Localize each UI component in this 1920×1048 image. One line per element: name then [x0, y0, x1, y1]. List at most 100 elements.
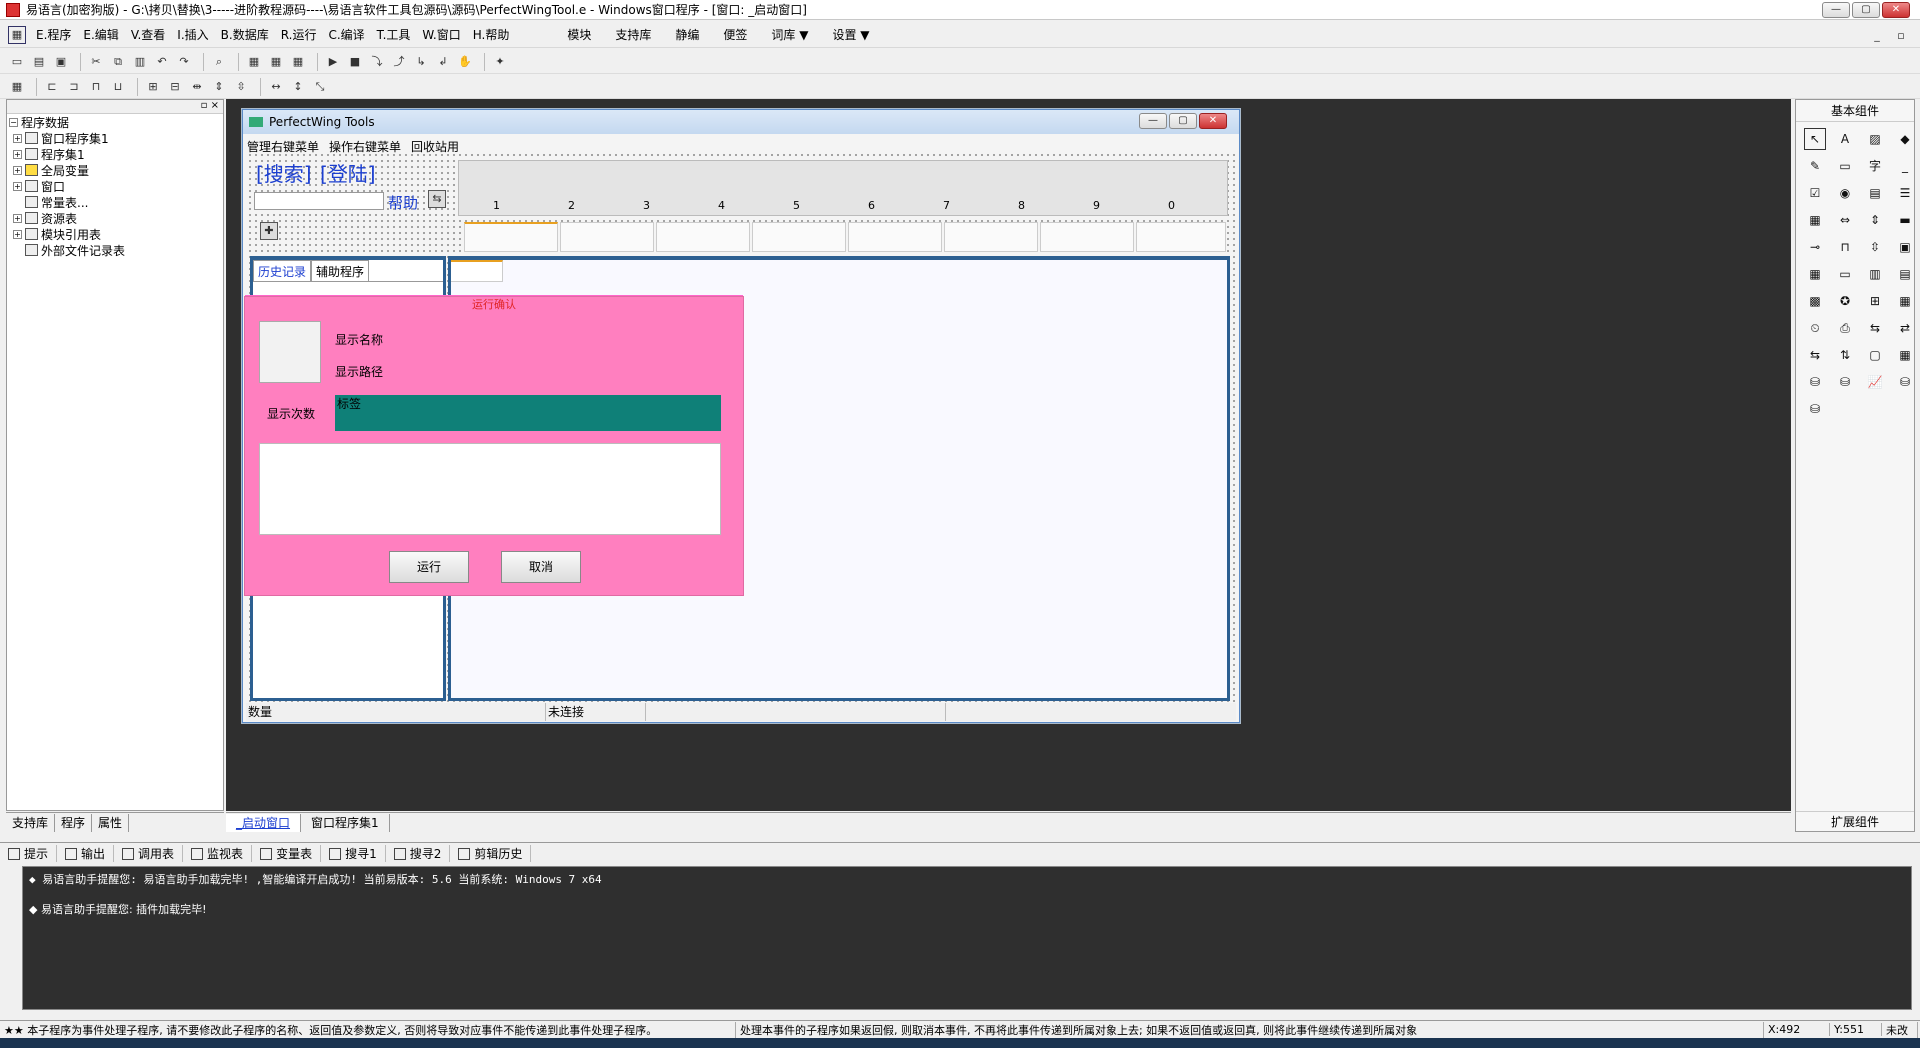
designer-close-button[interactable]: ✕ — [1199, 113, 1227, 129]
find-icon[interactable]: ⌕ — [210, 53, 228, 71]
db-connect-icon[interactable]: ⛁ — [1834, 371, 1856, 393]
color-icon[interactable]: ▩ — [1804, 290, 1826, 312]
tab-cell[interactable] — [656, 222, 750, 252]
undo-icon[interactable]: ↶ — [153, 53, 171, 71]
menu-support-lib[interactable]: 支持库 — [615, 26, 651, 43]
tab-hint[interactable]: 提示 — [0, 845, 58, 862]
tab-output[interactable]: 输出 — [57, 845, 115, 862]
designer-minimize-button[interactable]: — — [1139, 113, 1167, 129]
hotkey-icon[interactable]: ✪ — [1834, 290, 1856, 312]
expand-icon[interactable]: + — [13, 149, 22, 159]
timer-icon[interactable]: ⏲ — [1804, 317, 1826, 339]
tab-cell[interactable] — [560, 222, 654, 252]
menu-database[interactable]: B.数据库 — [221, 26, 269, 43]
toolbar-icon[interactable]: ⊞ — [1864, 290, 1886, 312]
menu-insert[interactable]: I.插入 — [177, 26, 208, 43]
step3-icon[interactable]: ↳ — [412, 53, 430, 71]
menu-module[interactable]: 模块 — [567, 26, 591, 43]
radio-icon[interactable]: ◉ — [1834, 182, 1856, 204]
grid-icon[interactable]: ▦ — [8, 78, 26, 96]
same-height-icon[interactable]: ↕ — [289, 78, 307, 96]
mdi-minimize-icon[interactable]: _ — [1868, 27, 1886, 45]
tab-watch[interactable]: 监视表 — [183, 845, 253, 862]
line-icon[interactable]: _ — [1894, 155, 1916, 177]
align-bottom-icon[interactable]: ⊔ — [109, 78, 127, 96]
checkbox-icon[interactable]: ☑ — [1804, 182, 1826, 204]
statusbar-icon[interactable]: ▦ — [1894, 290, 1916, 312]
menu-settings[interactable]: 设置 ▼ — [832, 26, 869, 43]
list-icon[interactable]: ☰ — [1894, 182, 1916, 204]
serial-icon[interactable]: ⇄ — [1894, 317, 1916, 339]
odbc-db-icon[interactable]: ⛁ — [1804, 398, 1826, 420]
edit-icon[interactable]: ✎ — [1804, 155, 1826, 177]
menu-window[interactable]: W.窗口 — [422, 26, 460, 43]
align-top-icon[interactable]: ⊓ — [87, 78, 105, 96]
paste-icon[interactable]: ▥ — [131, 53, 149, 71]
step1-icon[interactable]: ⤵ — [368, 53, 386, 71]
datetime-icon[interactable]: ▭ — [1834, 263, 1856, 285]
open-folder-icon[interactable]: ▤ — [30, 53, 48, 71]
menu-program[interactable]: E.程序 — [36, 26, 71, 43]
cut-icon[interactable]: ✂ — [87, 53, 105, 71]
add-icon[interactable]: ✚ — [260, 222, 278, 240]
tab-cell[interactable] — [1136, 222, 1226, 252]
mdi-restore-icon[interactable]: ▫ — [1892, 27, 1910, 45]
layout2-icon[interactable]: ▦ — [267, 53, 285, 71]
new-file-icon[interactable]: ▭ — [8, 53, 26, 71]
redo-icon[interactable]: ↷ — [175, 53, 193, 71]
detail-listbox[interactable] — [259, 443, 721, 535]
collapse-icon[interactable]: − — [9, 117, 18, 127]
tab-cell[interactable] — [752, 222, 846, 252]
expand-icon[interactable]: + — [13, 165, 22, 175]
menu-view[interactable]: V.查看 — [131, 26, 165, 43]
tab-program[interactable]: 程序 — [55, 813, 93, 832]
tab-cell[interactable] — [464, 222, 558, 252]
spin-icon[interactable]: ⇳ — [1864, 236, 1886, 258]
maximize-button[interactable]: ▢ — [1852, 2, 1880, 18]
tab-call-stack[interactable]: 调用表 — [114, 845, 184, 862]
layout1-icon[interactable]: ▦ — [245, 53, 263, 71]
server-icon[interactable]: ⇆ — [1804, 344, 1826, 366]
tree-item-resources[interactable]: + 资源表 — [7, 210, 223, 226]
tab-search2[interactable]: 搜寻2 — [386, 845, 451, 862]
label-icon[interactable]: A — [1834, 128, 1856, 150]
login-link[interactable]: [登陆] — [320, 158, 376, 187]
tab-helper[interactable]: 辅助程序 — [311, 260, 370, 281]
tree-item-globals[interactable]: + 全局变量 — [7, 162, 223, 178]
tab-support-lib[interactable]: 支持库 — [6, 813, 56, 832]
step2-icon[interactable]: ⤴ — [390, 53, 408, 71]
picture-icon[interactable]: ▨ — [1864, 128, 1886, 150]
expand-icon[interactable]: + — [13, 229, 22, 239]
center-h-icon[interactable]: ⊞ — [144, 78, 162, 96]
space-v-icon[interactable]: ⇕ — [210, 78, 228, 96]
print-icon[interactable]: ⎙ — [1834, 317, 1856, 339]
mdi-close-icon[interactable]: × — [1916, 27, 1920, 45]
plugin-icon[interactable]: ✦ — [491, 53, 509, 71]
space-even-icon[interactable]: ⇳ — [232, 78, 250, 96]
scroll-v-icon[interactable]: ⇕ — [1864, 209, 1886, 231]
tab-cell[interactable] — [1040, 222, 1134, 252]
file-list-icon[interactable]: ▤ — [1894, 263, 1916, 285]
menu-help[interactable]: H.帮助 — [473, 26, 510, 43]
menu-compile[interactable]: C.编译 — [328, 26, 364, 43]
window-control-icon[interactable]: ▢ — [1864, 344, 1886, 366]
palette-footer[interactable]: 扩展组件 — [1796, 811, 1914, 831]
step4-icon[interactable]: ↲ — [434, 53, 452, 71]
menu-lexicon[interactable]: 词库 ▼ — [771, 26, 808, 43]
tab-properties[interactable]: 属性 — [92, 813, 130, 832]
tree-root[interactable]: − 程序数据 — [7, 114, 223, 130]
menu-run[interactable]: R.运行 — [281, 26, 317, 43]
tab-startup-window[interactable]: _启动窗口 — [226, 813, 302, 832]
save-icon[interactable]: ▣ — [52, 53, 70, 71]
tab-cell[interactable] — [848, 222, 942, 252]
layout3-icon[interactable]: ▦ — [289, 53, 307, 71]
close-button[interactable]: ✕ — [1882, 2, 1910, 18]
run-button[interactable]: 运行 — [389, 551, 469, 583]
grid-list-icon[interactable]: ▦ — [1804, 209, 1826, 231]
content-tab[interactable] — [451, 260, 503, 282]
same-width-icon[interactable]: ↔ — [267, 78, 285, 96]
tree-item-external-files[interactable]: 外部文件记录表 — [7, 242, 223, 258]
menu-static-compile[interactable]: 静编 — [675, 26, 699, 43]
menu-tools[interactable]: T.工具 — [377, 26, 411, 43]
tab-clip-history[interactable]: 剪辑历史 — [450, 845, 532, 862]
